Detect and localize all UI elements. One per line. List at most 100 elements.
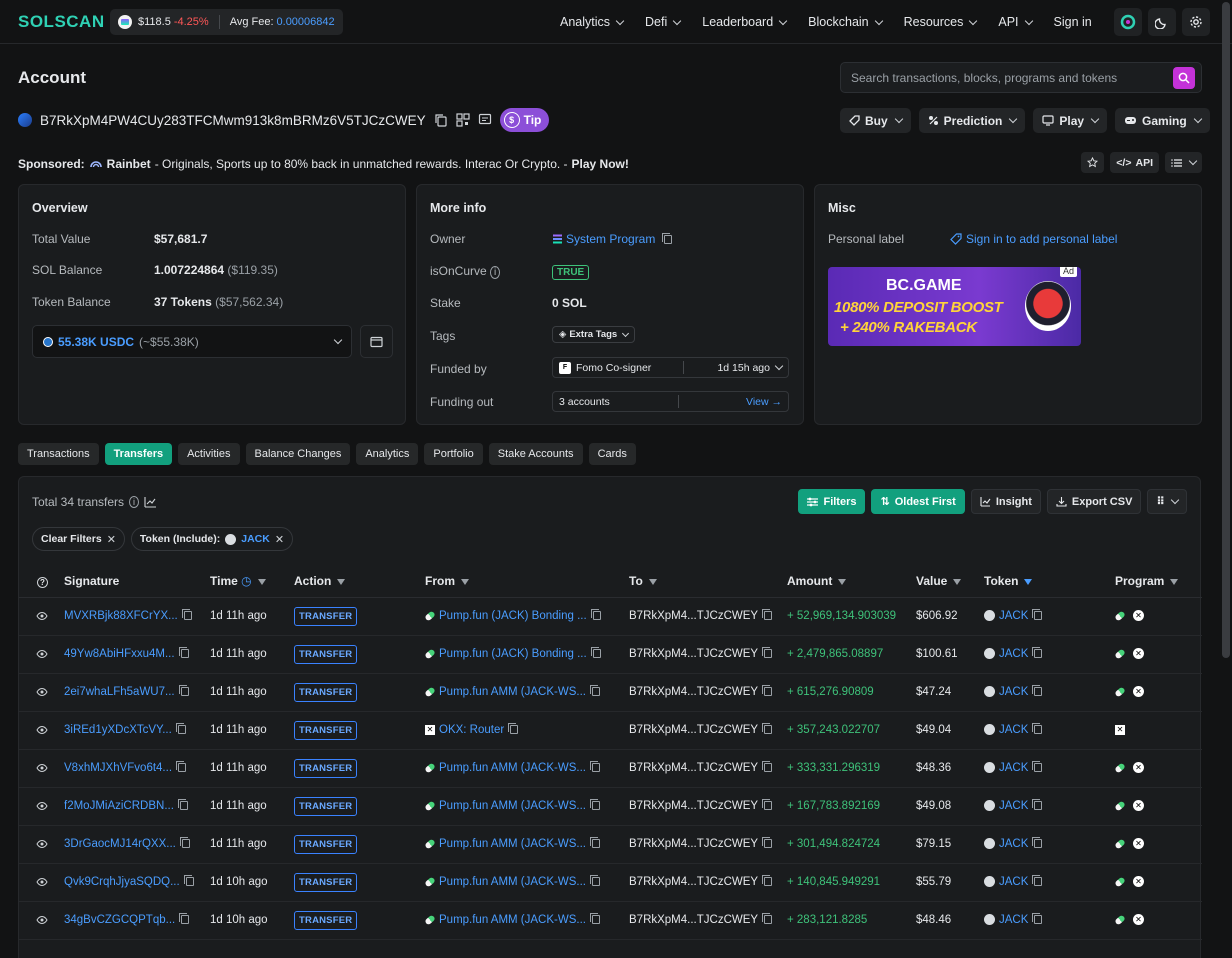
info-icon[interactable]: i <box>129 496 140 508</box>
from-link[interactable]: Pump.fun (JACK) Bonding ... <box>439 648 587 660</box>
x-program-icon[interactable]: ✕ <box>1133 648 1144 660</box>
wallet-details-button[interactable] <box>360 325 393 358</box>
filter-icon[interactable] <box>461 578 469 585</box>
copy-icon[interactable] <box>762 875 773 887</box>
to-address[interactable]: B7RkXpM4...TJCzCWEY <box>629 876 758 888</box>
copy-icon[interactable] <box>178 647 189 659</box>
x-program-icon[interactable]: ✕ <box>1133 800 1144 812</box>
view-funding-link[interactable]: View → <box>746 396 782 408</box>
okx-icon[interactable]: ✕ <box>1115 724 1125 735</box>
to-address[interactable]: B7RkXpM4...TJCzCWEY <box>629 648 758 660</box>
funded-by-value[interactable]: Fomo Co-signer <box>576 362 651 374</box>
message-icon[interactable] <box>478 113 492 127</box>
filter-active-icon[interactable] <box>1024 578 1033 585</box>
pump-fun-icon[interactable] <box>1114 686 1126 698</box>
copy-icon[interactable] <box>1032 723 1043 735</box>
buy-button[interactable]: Buy <box>840 108 911 133</box>
header-help[interactable]: ? <box>19 565 64 598</box>
filter-icon[interactable] <box>1170 578 1179 585</box>
token-select-dropdown[interactable]: 55.38K USDC (~$55.38K) <box>32 325 352 358</box>
filter-icon[interactable] <box>337 578 346 585</box>
theme-toggle-button[interactable] <box>1148 8 1176 36</box>
x-program-icon[interactable]: ✕ <box>1133 762 1144 774</box>
sponsored-cta[interactable]: Play Now! <box>572 157 629 171</box>
solscan-logo[interactable]: SOLSCAN <box>18 12 104 32</box>
list-menu-button[interactable] <box>1165 152 1202 173</box>
copy-icon[interactable] <box>589 685 600 697</box>
copy-icon[interactable] <box>179 837 190 849</box>
nav-defi[interactable]: Defi <box>645 15 682 29</box>
from-link[interactable]: Pump.fun AMM (JACK-WS... <box>439 876 586 888</box>
from-link[interactable]: Pump.fun AMM (JACK-WS... <box>439 914 586 926</box>
favorite-button[interactable] <box>1081 152 1105 173</box>
token-link[interactable]: JACK <box>999 762 1028 774</box>
copy-icon[interactable] <box>762 913 773 925</box>
copy-icon[interactable] <box>1032 761 1043 773</box>
copy-icon[interactable] <box>589 837 600 849</box>
bcgame-ad-banner[interactable]: Ad BC.GAME 1080% DEPOSIT BOOST + 240% RA… <box>828 267 1081 346</box>
filter-icon[interactable] <box>257 578 266 585</box>
copy-icon[interactable] <box>589 799 600 811</box>
copy-icon[interactable] <box>183 875 194 887</box>
filters-button[interactable]: Filters <box>798 489 866 514</box>
filter-icon[interactable] <box>648 578 657 585</box>
token-link[interactable]: JACK <box>999 724 1028 736</box>
filter-icon[interactable] <box>838 578 847 585</box>
tab-portfolio[interactable]: Portfolio <box>424 443 483 465</box>
wallet-button[interactable] <box>1114 8 1142 36</box>
token-link[interactable]: JACK <box>999 914 1028 926</box>
copy-icon[interactable] <box>762 723 773 735</box>
tab-stake-accounts[interactable]: Stake Accounts <box>488 443 583 465</box>
api-button[interactable]: </> API <box>1110 152 1159 173</box>
copy-icon[interactable] <box>181 609 192 621</box>
nav-blockchain[interactable]: Blockchain <box>808 15 883 29</box>
to-address[interactable]: B7RkXpM4...TJCzCWEY <box>629 800 758 812</box>
signature-link[interactable]: 3iREd1yXDcXTcVY... <box>64 724 172 736</box>
tab-balance-changes[interactable]: Balance Changes <box>245 443 351 465</box>
eye-icon[interactable] <box>33 873 51 891</box>
insight-button[interactable]: Insight <box>970 489 1041 514</box>
prediction-button[interactable]: Prediction <box>918 108 1026 133</box>
token-link[interactable]: JACK <box>999 610 1028 622</box>
token-link[interactable]: JACK <box>999 800 1028 812</box>
export-csv-button[interactable]: Export CSV <box>1046 489 1142 514</box>
pump-fun-icon[interactable] <box>1114 648 1126 660</box>
to-address[interactable]: B7RkXpM4...TJCzCWEY <box>629 610 758 622</box>
clear-filters-chip[interactable]: Clear Filters ✕ <box>32 527 125 551</box>
signature-link[interactable]: MVXRBjk88XFCrYX... <box>64 610 178 622</box>
tab-analytics[interactable]: Analytics <box>356 443 419 465</box>
copy-icon[interactable] <box>434 113 448 127</box>
copy-icon[interactable] <box>662 232 673 244</box>
column-menu-button[interactable]: ⠿ <box>1147 489 1187 514</box>
token-link[interactable]: JACK <box>999 838 1028 850</box>
eye-icon[interactable] <box>33 911 51 929</box>
copy-icon[interactable] <box>762 647 773 659</box>
copy-icon[interactable] <box>762 837 773 849</box>
token-link[interactable]: JACK <box>999 686 1028 698</box>
pump-fun-icon[interactable] <box>1114 914 1126 926</box>
sign-in-link[interactable]: Sign in <box>1054 15 1092 29</box>
tab-cards[interactable]: Cards <box>588 443 636 465</box>
close-icon[interactable]: ✕ <box>275 533 284 546</box>
copy-icon[interactable] <box>1032 685 1043 697</box>
from-link[interactable]: Pump.fun AMM (JACK-WS... <box>439 762 586 774</box>
token-link[interactable]: JACK <box>999 648 1028 660</box>
pump-fun-icon[interactable] <box>1114 838 1126 850</box>
add-personal-label-link[interactable]: Sign in to add personal label <box>966 232 1117 246</box>
copy-icon[interactable] <box>176 761 187 773</box>
from-link[interactable]: Pump.fun AMM (JACK-WS... <box>439 686 586 698</box>
copy-icon[interactable] <box>175 723 186 735</box>
nav-resources[interactable]: Resources <box>904 15 978 29</box>
copy-icon[interactable] <box>590 647 601 659</box>
copy-icon[interactable] <box>508 723 519 735</box>
tab-transactions[interactable]: Transactions <box>18 443 99 465</box>
tab-activities[interactable]: Activities <box>178 443 240 465</box>
copy-icon[interactable] <box>762 799 773 811</box>
x-program-icon[interactable]: ✕ <box>1133 686 1144 698</box>
tab-transfers[interactable]: Transfers <box>104 443 173 465</box>
copy-icon[interactable] <box>762 761 773 773</box>
signature-link[interactable]: V8xhMJXhVFvo6t4... <box>64 762 172 774</box>
x-program-icon[interactable]: ✕ <box>1133 914 1144 926</box>
copy-icon[interactable] <box>177 799 188 811</box>
nav-analytics[interactable]: Analytics <box>560 15 625 29</box>
